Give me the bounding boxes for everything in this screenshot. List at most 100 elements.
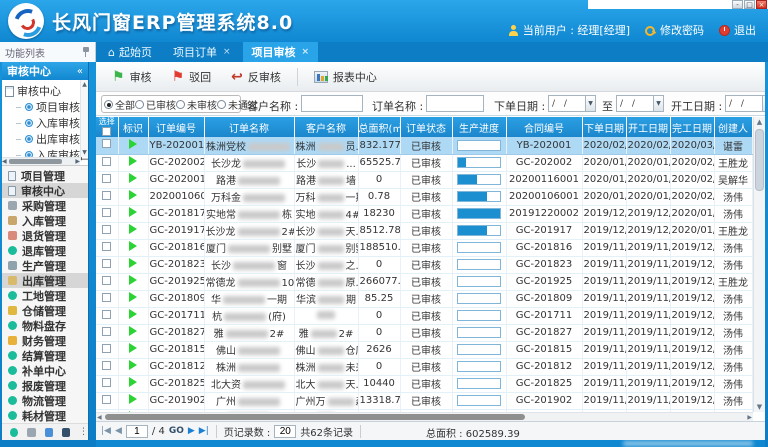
sidebar-item[interactable]: 审核中心 [2,183,88,198]
minimize-button[interactable]: - [732,0,743,9]
sidebar-item[interactable]: 财务管理 [2,333,88,348]
horizontal-scrollbar[interactable]: ◀ ▶ [96,412,753,421]
column-header[interactable]: 订单编号 [148,117,204,137]
date-dropdown-icon[interactable]: ▼ [762,95,765,112]
table-row[interactable]: GC-201711杭(府)0已审核GC-2017112019/11/202019… [96,307,752,324]
table-row[interactable]: GC-201825北大资北大天...10440已审核GC-2018252019/… [96,375,752,392]
row-checkbox[interactable] [102,361,111,370]
logout-button[interactable]: 退出 [719,22,756,38]
tree-node[interactable]: 出库审核 [5,131,80,147]
row-checkbox[interactable] [102,276,111,285]
scroll-down-icon[interactable]: ▼ [81,149,88,156]
column-header[interactable]: 开工日期 [626,117,670,137]
maximize-button[interactable]: □ [744,0,755,9]
row-checkbox[interactable] [102,174,111,183]
tab-item[interactable]: 项目订单× [164,42,240,62]
tree-root[interactable]: 审核中心 [5,83,80,99]
scrollbar-thumb[interactable] [105,414,525,420]
table-row[interactable]: 20200106001万科金万科一期0.78已审核202001060012020… [96,188,752,205]
column-header[interactable]: 下单日期 [582,117,626,137]
sidebar-item[interactable]: 入库管理 [2,213,88,228]
next-page-button[interactable]: ▶ [188,427,195,436]
scroll-up-icon[interactable]: ▲ [81,81,88,88]
row-checkbox[interactable] [102,378,111,387]
scroll-right-icon[interactable]: ▶ [75,158,80,165]
sidebar-item[interactable]: 项目管理 [2,168,88,183]
sidebar-item[interactable]: 出库管理 [2,273,88,288]
tab-item[interactable]: ⌂起始页 [99,42,161,62]
column-header[interactable]: 总面积(㎡) [358,117,400,137]
select-all-checkbox[interactable] [102,127,111,136]
table-row[interactable]: GC-201815佛山佛山仓库2626已审核GC-2018152019/11/2… [96,341,752,358]
table-row[interactable]: GC-201812株洲株洲未来0已审核GC-2018122019/11/2020… [96,358,752,375]
sidebar-item[interactable]: 报废管理 [2,378,88,393]
column-header[interactable]: 客户名称 [294,117,358,137]
table-row[interactable]: GC-201809华一期华滨期85.25已审核GC-2018092019/11/… [96,290,752,307]
scroll-up-icon[interactable]: ▲ [754,118,765,126]
page-number-input[interactable] [126,425,148,438]
change-password-button[interactable]: 修改密码 [645,22,704,38]
vertical-scrollbar[interactable]: ▲ ▼ [753,117,765,412]
last-page-button[interactable]: ▶| [199,427,209,436]
row-checkbox[interactable] [102,395,111,404]
order-date-from-input[interactable]: / / [548,95,586,112]
table-row[interactable]: GC-201925常德龙10常德原...266077.835..已审核GC-20… [96,273,752,290]
sidebar-item[interactable]: 退库管理 [2,243,88,258]
row-checkbox[interactable] [102,327,111,336]
date-dropdown-icon[interactable]: ▼ [585,95,596,112]
tree-node[interactable]: 入库审核 [5,115,80,131]
prev-page-button[interactable]: ◀ [115,427,122,436]
column-header[interactable]: 订单状态 [400,117,452,137]
scrollbar-thumb[interactable] [755,129,764,191]
row-checkbox[interactable] [102,208,111,217]
table-row[interactable]: GC-201917长沙龙2#长沙天...8512.78600..已审核GC-20… [96,222,752,239]
pen-icon[interactable] [45,428,53,437]
collapse-icon[interactable]: « [77,66,83,77]
go-button[interactable]: GO [169,426,184,436]
column-header[interactable]: 订单名称 [204,117,294,137]
tab-close-icon[interactable]: × [223,47,231,57]
green-dot-icon[interactable] [10,428,18,437]
sidebar-item[interactable]: 物流管理 [2,393,88,408]
order-date-to-input[interactable]: / / [616,95,654,112]
close-button[interactable]: × [756,0,767,9]
row-checkbox[interactable] [102,259,111,268]
row-checkbox[interactable] [102,157,111,166]
action-button-1[interactable]: ⚑驳回 [164,65,220,89]
tree-node[interactable]: 项目审核 [5,99,80,115]
tree-horizontal-scrollbar[interactable]: ◀ ▶ [2,157,80,165]
row-checkbox[interactable] [102,293,111,302]
order-name-input[interactable] [426,95,484,112]
tab-active[interactable]: 项目审核× [243,42,319,62]
sidebar-item[interactable]: 结算管理 [2,348,88,363]
sidebar-item[interactable]: 仓储管理 [2,303,88,318]
row-checkbox[interactable] [102,225,111,234]
row-checkbox[interactable] [102,139,111,148]
scrollbar-thumb[interactable] [9,159,62,164]
table-row[interactable]: GC-201823长沙窗长沙之...0已审核GC-2018232019/11/2… [96,256,752,273]
column-header[interactable]: 选择 [96,117,118,137]
table-row[interactable]: GC-201827雅2#雅2#0已审核GC-2018272019/11/2020… [96,324,752,341]
book-icon[interactable] [62,428,70,437]
page-size-input[interactable] [274,425,296,438]
customer-name-input[interactable] [301,95,363,112]
table-row[interactable]: GC-202002长沙龙长沙...65525.7200..已审核GC-20200… [96,154,752,171]
sidebar-item[interactable]: 工地管理 [2,288,88,303]
column-header[interactable]: 生产进度 [452,117,506,137]
row-checkbox[interactable] [102,191,111,200]
date-dropdown-icon[interactable]: ▼ [653,95,664,112]
table-row[interactable]: GC-201816厦门别墅厦门别墅188510.818已审核GC-2018162… [96,239,752,256]
table-row[interactable]: GC-201902广州广州万森林13318.775已审核GC-201902201… [96,392,752,409]
scroll-left-icon[interactable]: ◀ [2,158,7,165]
column-header[interactable]: 合同编号 [506,117,582,137]
more-icon[interactable]: ⋮ [79,428,88,437]
status-radio[interactable]: 已审核 [135,97,176,112]
column-header[interactable]: 标识 [118,117,148,137]
start-date-input[interactable]: / / [725,95,763,112]
scroll-down-icon[interactable]: ▼ [754,403,765,411]
column-header[interactable]: 完工日期 [670,117,714,137]
sidebar-item[interactable]: 生产管理 [2,258,88,273]
row-checkbox[interactable] [102,310,111,319]
tab-close-icon[interactable]: × [302,47,310,57]
scroll-right-icon[interactable]: ▶ [747,414,752,421]
